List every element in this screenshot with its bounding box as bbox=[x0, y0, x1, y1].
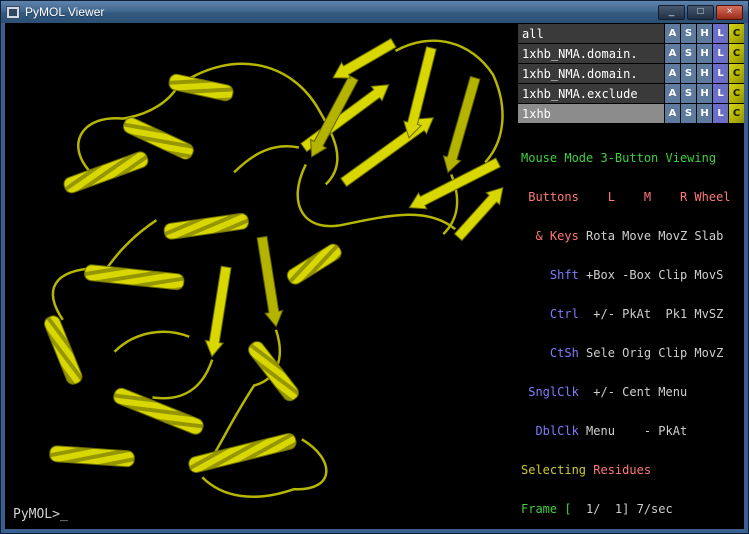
hide-button[interactable]: H bbox=[697, 104, 712, 123]
color-button[interactable]: C bbox=[729, 84, 744, 103]
object-row-selected: 1xhb A S H L C bbox=[518, 104, 744, 123]
ctrl-label: Ctrl bbox=[521, 307, 579, 321]
color-button[interactable]: C bbox=[729, 24, 744, 43]
object-row: 1xhb_NMA.exclude A S H L C bbox=[518, 84, 744, 103]
color-button[interactable]: C bbox=[729, 64, 744, 83]
maximize-button[interactable]: □ bbox=[687, 5, 714, 20]
hide-button[interactable]: H bbox=[697, 44, 712, 63]
command-prompt[interactable]: PyMOL>_ bbox=[13, 507, 68, 522]
minimize-button[interactable]: _ bbox=[658, 5, 685, 20]
show-button[interactable]: S bbox=[681, 104, 696, 123]
object-row-all: all A S H L C bbox=[518, 24, 744, 43]
object-name[interactable]: 1xhb_NMA.exclude bbox=[518, 84, 664, 103]
side-panel: all A S H L C 1xhb_NMA.domain. A S H L C… bbox=[518, 23, 744, 529]
show-button[interactable]: S bbox=[681, 64, 696, 83]
buttons-header-label: Buttons bbox=[521, 190, 579, 204]
color-button[interactable]: C bbox=[729, 104, 744, 123]
label-button[interactable]: L bbox=[713, 84, 728, 103]
hide-button[interactable]: H bbox=[697, 64, 712, 83]
show-button[interactable]: S bbox=[681, 24, 696, 43]
label-button[interactable]: L bbox=[713, 104, 728, 123]
object-name[interactable]: 1xhb bbox=[518, 104, 664, 123]
shift-label: Shft bbox=[521, 268, 579, 282]
buttons-header-cols: L M R Wheel bbox=[579, 190, 731, 204]
ctsh-label: CtSh bbox=[521, 346, 579, 360]
action-button[interactable]: A bbox=[665, 104, 680, 123]
ctsh-values: Sele Orig Clip MovZ bbox=[579, 346, 724, 360]
label-button[interactable]: L bbox=[713, 24, 728, 43]
label-button[interactable]: L bbox=[713, 64, 728, 83]
keys-values: Rota Move MovZ Slab bbox=[579, 229, 724, 243]
hide-button[interactable]: H bbox=[697, 84, 712, 103]
viewport-3d[interactable]: PyMOL>_ bbox=[5, 23, 518, 529]
object-name[interactable]: 1xhb_NMA.domain. bbox=[518, 64, 664, 83]
object-row: 1xhb_NMA.domain. A S H L C bbox=[518, 64, 744, 83]
action-button[interactable]: A bbox=[665, 64, 680, 83]
hide-button[interactable]: H bbox=[697, 24, 712, 43]
mouse-mode-panel: Mouse Mode 3-Button Viewing Buttons L M … bbox=[518, 124, 744, 534]
label-button[interactable]: L bbox=[713, 44, 728, 63]
window-content: PyMOL>_ all A S H L C 1xhb_NMA.domain. A… bbox=[5, 23, 744, 529]
color-button[interactable]: C bbox=[729, 44, 744, 63]
close-button[interactable]: × bbox=[716, 5, 743, 20]
show-button[interactable]: S bbox=[681, 84, 696, 103]
protein-structure bbox=[5, 23, 518, 529]
show-button[interactable]: S bbox=[681, 44, 696, 63]
object-name[interactable]: 1xhb_NMA.domain. bbox=[518, 44, 664, 63]
selecting-value[interactable]: Residues bbox=[586, 463, 651, 477]
action-button[interactable]: A bbox=[665, 24, 680, 43]
frame-label: Frame [ bbox=[521, 502, 572, 516]
action-button[interactable]: A bbox=[665, 44, 680, 63]
object-list: all A S H L C 1xhb_NMA.domain. A S H L C… bbox=[518, 23, 744, 124]
keys-label: & Keys bbox=[521, 229, 579, 243]
singleclick-values: +/- Cent Menu bbox=[579, 385, 687, 399]
app-icon bbox=[6, 6, 20, 19]
object-row: 1xhb_NMA.domain. A S H L C bbox=[518, 44, 744, 63]
shift-values: +Box -Box Clip MovS bbox=[579, 268, 724, 282]
selecting-label[interactable]: Selecting bbox=[521, 463, 586, 477]
singleclick-label: SnglClk bbox=[521, 385, 579, 399]
object-name[interactable]: all bbox=[518, 24, 664, 43]
doubleclick-values: Menu - PkAt bbox=[579, 424, 687, 438]
mouse-mode-title[interactable]: Mouse Mode 3-Button Viewing bbox=[521, 151, 716, 165]
ctrl-values: +/- PkAt Pk1 MvSZ bbox=[579, 307, 724, 321]
frame-value: 1/ 1] 7/sec bbox=[572, 502, 673, 516]
pymol-window: PyMOL Viewer _ □ × bbox=[0, 0, 749, 534]
titlebar[interactable]: PyMOL Viewer _ □ × bbox=[1, 1, 748, 23]
doubleclick-label: DblClk bbox=[521, 424, 579, 438]
action-button[interactable]: A bbox=[665, 84, 680, 103]
window-title: PyMOL Viewer bbox=[25, 5, 658, 19]
